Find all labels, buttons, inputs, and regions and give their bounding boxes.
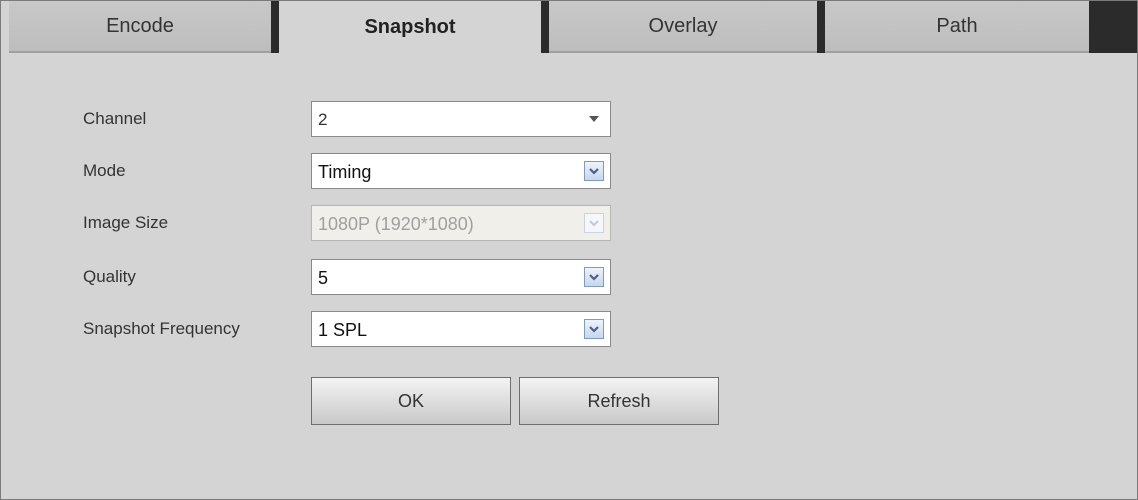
chevron-down-icon[interactable] — [584, 319, 604, 339]
ok-button[interactable]: OK — [311, 377, 511, 425]
channel-value: 2 — [318, 110, 328, 129]
tab-separator — [271, 1, 279, 53]
chevron-down-icon — [584, 213, 604, 233]
tab-snapshot[interactable]: Snapshot — [279, 1, 541, 53]
tab-separator — [541, 1, 549, 53]
snapshot-frequency-row: Snapshot Frequency 1 SPL — [1, 311, 1137, 347]
snapshot-frequency-select[interactable]: 1 SPL — [311, 311, 611, 347]
mode-value: Timing — [318, 162, 372, 182]
snapshot-settings-panel: Encode Snapshot Overlay Path Channel 2 M… — [0, 0, 1138, 500]
snapshot-frequency-value: 1 SPL — [318, 320, 368, 340]
tab-separator — [817, 1, 825, 53]
channel-row: Channel 2 — [1, 101, 1137, 137]
refresh-button[interactable]: Refresh — [519, 377, 719, 425]
mode-label: Mode — [83, 161, 126, 180]
mode-row: Mode Timing — [1, 153, 1137, 189]
chevron-down-icon[interactable] — [584, 109, 604, 129]
tab-encode[interactable]: Encode — [9, 1, 271, 53]
quality-select[interactable]: 5 — [311, 259, 611, 295]
image-size-row: Image Size 1080P (1920*1080) — [1, 205, 1137, 241]
channel-label: Channel — [83, 109, 147, 128]
tab-path[interactable]: Path — [825, 1, 1089, 53]
snapshot-frequency-label: Snapshot Frequency — [83, 319, 240, 338]
tab-separator — [1089, 1, 1137, 53]
quality-label: Quality — [83, 267, 136, 286]
chevron-down-icon[interactable] — [584, 161, 604, 181]
image-size-value: 1080P (1920*1080) — [318, 214, 474, 234]
image-size-label: Image Size — [83, 213, 169, 232]
channel-select[interactable]: 2 — [311, 101, 611, 137]
tab-overlay[interactable]: Overlay — [549, 1, 817, 53]
mode-select[interactable]: Timing — [311, 153, 611, 189]
quality-row: Quality 5 — [1, 259, 1137, 295]
tab-bar: Encode Snapshot Overlay Path — [1, 1, 1137, 53]
quality-value: 5 — [318, 268, 329, 288]
chevron-down-icon[interactable] — [584, 267, 604, 287]
image-size-select: 1080P (1920*1080) — [311, 205, 611, 241]
